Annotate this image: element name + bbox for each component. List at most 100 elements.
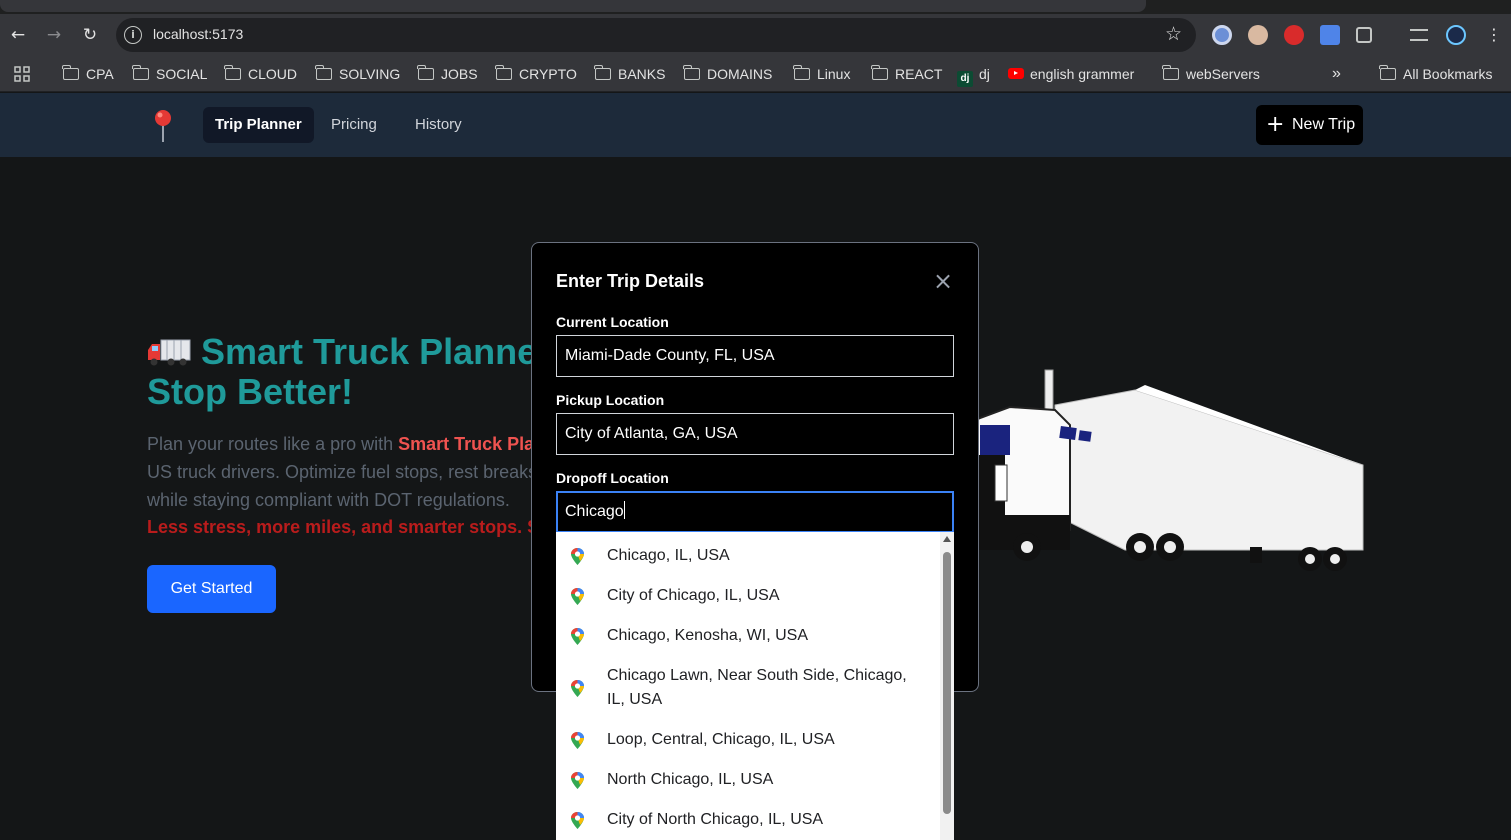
bookmark-label: JOBS bbox=[441, 66, 478, 82]
folder-icon bbox=[495, 65, 512, 80]
hero-description: Plan your routes like a pro with Smart T… bbox=[147, 430, 547, 514]
suggestion-item[interactable]: City of North Chicago, IL, USA bbox=[556, 808, 940, 832]
map-pin-icon bbox=[571, 812, 584, 829]
hero-desc-rest: US truck drivers. Optimize fuel stops, r… bbox=[147, 462, 543, 510]
bookmark-react[interactable]: REACT bbox=[871, 64, 943, 84]
active-tab-edge[interactable] bbox=[0, 0, 1146, 12]
youtube-icon bbox=[1008, 68, 1024, 79]
hero-title-line1: Smart Truck Planner bbox=[201, 331, 552, 372]
bookmarks-overflow-icon[interactable]: » bbox=[1332, 64, 1341, 84]
map-pin-icon bbox=[571, 680, 584, 697]
bookmark-star-icon[interactable]: ☆ bbox=[1165, 23, 1182, 45]
bookmark-webservers[interactable]: webServers bbox=[1162, 64, 1260, 84]
address-bar[interactable]: i localhost:5173 ☆ bbox=[116, 18, 1196, 52]
hero-tagline: Less stress, more miles, and smarter sto… bbox=[147, 517, 547, 537]
reload-icon[interactable]: ↻ bbox=[80, 25, 100, 45]
bookmark-label: REACT bbox=[895, 66, 943, 82]
suggestion-text: Chicago Lawn, Near South Side, Chicago, … bbox=[607, 667, 907, 708]
current-location-label: Current Location bbox=[556, 314, 669, 330]
folder-icon bbox=[62, 65, 79, 80]
bookmark-cpa[interactable]: CPA bbox=[62, 64, 114, 84]
pickup-location-input[interactable]: City of Atlanta, GA, USA bbox=[556, 413, 954, 455]
media-control-icon[interactable] bbox=[1410, 29, 1428, 41]
folder-icon bbox=[315, 65, 332, 80]
suggestion-text: Chicago, IL, USA bbox=[607, 547, 730, 564]
folder-icon bbox=[1162, 65, 1179, 80]
map-pin-icon bbox=[571, 588, 584, 605]
text-caret bbox=[623, 501, 625, 519]
map-pin-icon bbox=[571, 628, 584, 645]
bookmark-label: DOMAINS bbox=[707, 66, 773, 82]
bookmark-label: SOLVING bbox=[339, 66, 401, 82]
folder-icon bbox=[132, 65, 149, 80]
truck-illustration bbox=[975, 369, 1364, 571]
suggestion-text: North Chicago, IL, USA bbox=[607, 771, 774, 788]
autocomplete-dropdown: Chicago, IL, USA City of Chicago, IL, US… bbox=[556, 532, 954, 840]
modal-title: Enter Trip Details bbox=[556, 271, 705, 291]
back-icon[interactable]: ← bbox=[8, 25, 28, 45]
dj-favicon-icon: dj bbox=[957, 71, 973, 87]
bookmark-english-grammer[interactable]: english grammer bbox=[1008, 64, 1134, 84]
extension-icon-2[interactable] bbox=[1248, 25, 1268, 45]
scroll-up-arrow-icon[interactable] bbox=[943, 536, 951, 542]
get-started-button[interactable]: Get Started bbox=[147, 565, 276, 613]
nav-pricing[interactable]: Pricing bbox=[319, 107, 389, 143]
bookmark-jobs[interactable]: JOBS bbox=[417, 64, 478, 84]
suggestion-text: Loop, Central, Chicago, IL, USA bbox=[607, 731, 835, 748]
bookmark-banks[interactable]: BANKS bbox=[594, 64, 665, 84]
bookmark-label: dj bbox=[979, 66, 990, 82]
suggestion-item[interactable]: City of Chicago, IL, USA bbox=[556, 584, 940, 608]
current-location-input[interactable]: Miami-Dade County, FL, USA bbox=[556, 335, 954, 377]
suggestion-text: Chicago, Kenosha, WI, USA bbox=[607, 627, 808, 644]
folder-icon bbox=[594, 65, 611, 80]
nav-trip-planner[interactable]: Trip Planner bbox=[203, 107, 314, 143]
bookmark-domains[interactable]: DOMAINS bbox=[683, 64, 773, 84]
site-info-icon[interactable]: i bbox=[124, 26, 142, 44]
folder-icon bbox=[683, 65, 700, 80]
dropoff-location-input[interactable]: Chicago bbox=[556, 491, 954, 533]
profile-avatar[interactable] bbox=[1446, 25, 1466, 45]
bookmark-crypto[interactable]: CRYPTO bbox=[495, 64, 577, 84]
suggestion-item[interactable]: North Chicago, IL, USA bbox=[556, 768, 940, 792]
bookmark-label: CPA bbox=[86, 66, 114, 82]
extensions-puzzle-icon[interactable] bbox=[1356, 27, 1372, 43]
location-pin-logo-icon[interactable] bbox=[152, 109, 174, 143]
translate-icon[interactable] bbox=[1320, 25, 1340, 45]
hero-desc-prefix: Plan your routes like a pro with bbox=[147, 434, 399, 454]
suggestion-item[interactable]: Chicago, IL, USA bbox=[556, 544, 940, 568]
suggestion-text: City of North Chicago, IL, USA bbox=[607, 811, 824, 828]
app-header: Trip Planner Pricing History + New Trip bbox=[0, 93, 1511, 157]
dropdown-scrollbar[interactable] bbox=[940, 532, 954, 840]
extension-icon-3[interactable] bbox=[1284, 25, 1304, 45]
new-trip-button[interactable]: + New Trip bbox=[1256, 105, 1363, 145]
bookmark-label: CRYPTO bbox=[519, 66, 577, 82]
folder-icon bbox=[793, 65, 810, 80]
extension-icon-1[interactable] bbox=[1212, 25, 1232, 45]
bookmark-label: CLOUD bbox=[248, 66, 298, 82]
bookmark-linux[interactable]: Linux bbox=[793, 64, 850, 84]
suggestion-text: City of Chicago, IL, USA bbox=[607, 587, 780, 604]
browser-menu-icon[interactable]: ⋮ bbox=[1484, 25, 1504, 45]
bookmark-social[interactable]: SOCIAL bbox=[132, 64, 207, 84]
forward-icon[interactable]: → bbox=[44, 25, 64, 45]
nav-history[interactable]: History bbox=[403, 107, 474, 143]
bookmark-dj[interactable]: dj dj bbox=[957, 64, 990, 87]
all-bookmarks[interactable]: All Bookmarks bbox=[1379, 64, 1493, 84]
url-text[interactable]: localhost:5173 bbox=[153, 26, 243, 42]
hero-title: Smart Truck Planner Stop Better! bbox=[147, 332, 567, 412]
folder-icon bbox=[417, 65, 434, 80]
hero-desc-highlight: Smart Truck Plan bbox=[398, 434, 546, 454]
bookmarks-bar: CPA SOCIAL CLOUD SOLVING JOBS CRYPTO BAN… bbox=[0, 56, 1511, 92]
bookmark-label: All Bookmarks bbox=[1403, 66, 1493, 82]
close-icon[interactable]: × bbox=[932, 269, 954, 293]
folder-icon bbox=[871, 65, 888, 80]
apps-grid-icon[interactable] bbox=[14, 64, 30, 84]
map-pin-icon bbox=[571, 772, 584, 789]
new-trip-label: New Trip bbox=[1292, 116, 1356, 133]
suggestion-item[interactable]: Chicago, Kenosha, WI, USA bbox=[556, 624, 940, 648]
bookmark-cloud[interactable]: CLOUD bbox=[224, 64, 298, 84]
suggestion-item[interactable]: Loop, Central, Chicago, IL, USA bbox=[556, 728, 940, 752]
suggestion-item[interactable]: Chicago Lawn, Near South Side, Chicago, … bbox=[556, 664, 940, 712]
bookmark-solving[interactable]: SOLVING bbox=[315, 64, 401, 84]
scrollbar-thumb[interactable] bbox=[943, 552, 951, 814]
